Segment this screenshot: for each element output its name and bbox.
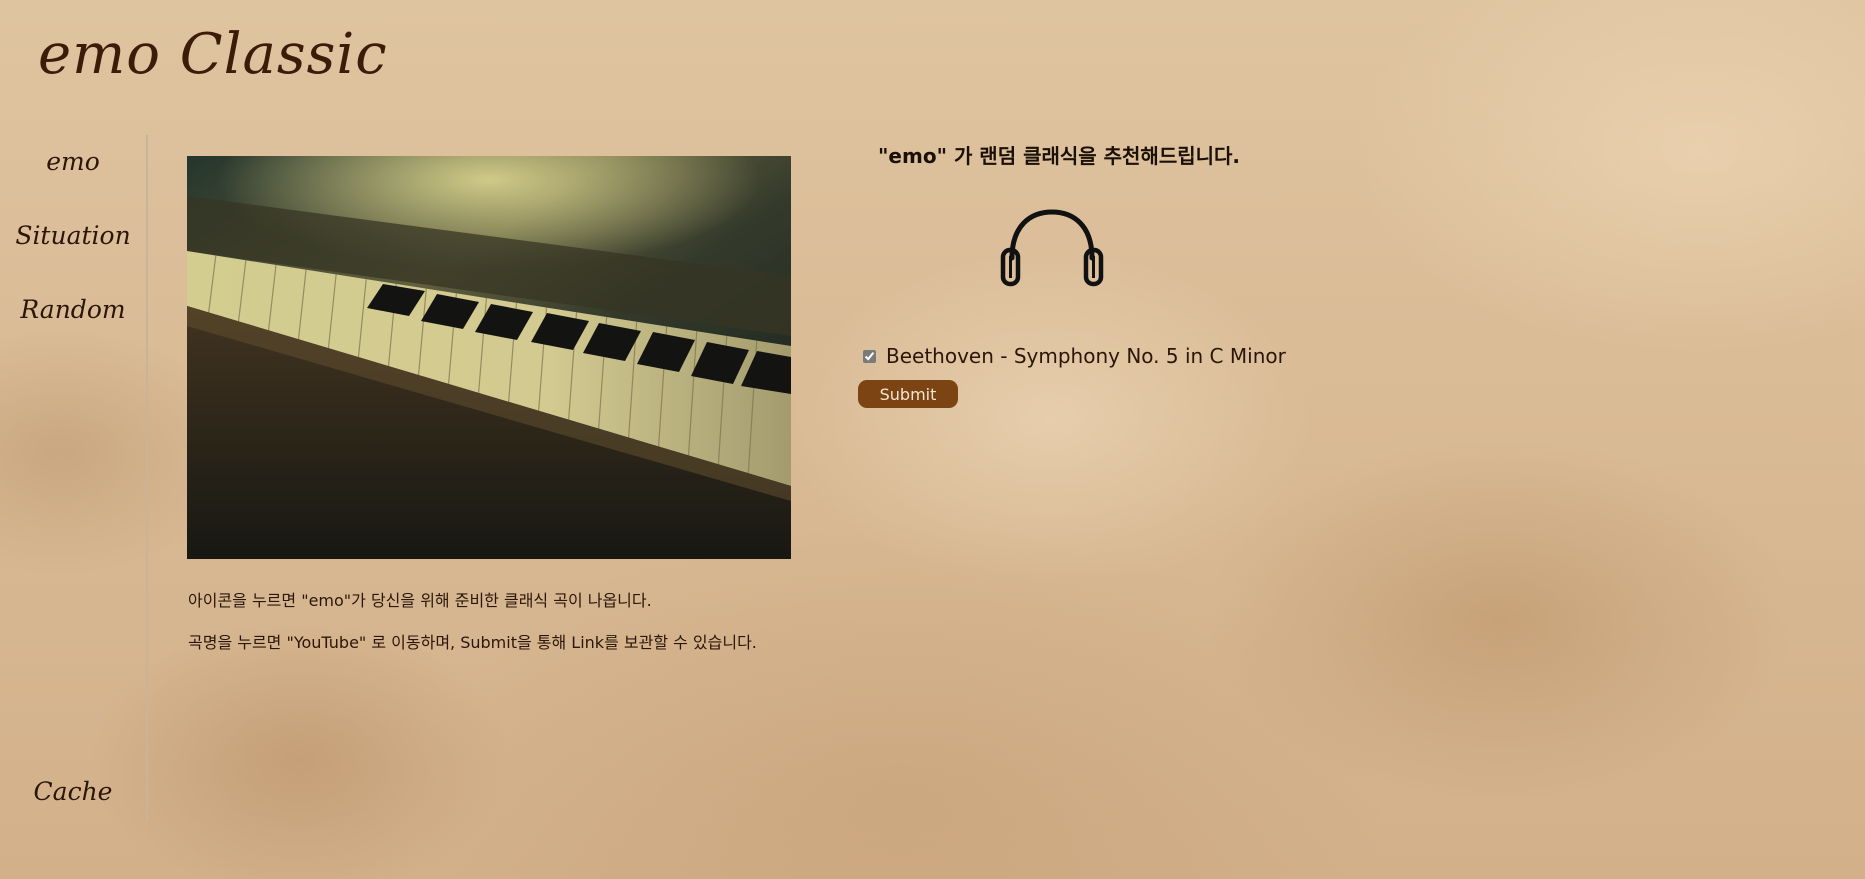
description-line-1: 아이콘을 누르면 "emo"가 당신을 위해 준비한 클래식 곡이 나옵니다. xyxy=(188,591,652,610)
nav-item-emo[interactable]: emo xyxy=(0,147,146,176)
song-row: Beethoven - Symphony No. 5 in C Minor xyxy=(862,343,1286,369)
nav-item-cache[interactable]: Cache xyxy=(0,777,146,806)
description-line-2: 곡명을 누르면 "YouTube" 로 이동하며, Submit을 통해 Lin… xyxy=(188,633,757,652)
nav-item-situation[interactable]: Situation xyxy=(0,221,146,250)
piano-keys-image xyxy=(187,156,791,559)
song-checkbox[interactable] xyxy=(863,349,876,363)
recommend-title: "emo" 가 랜덤 클래식을 추천해드립니다. xyxy=(878,144,1241,168)
nav-item-random[interactable]: Random xyxy=(0,295,146,324)
song-title-link[interactable]: Beethoven - Symphony No. 5 in C Minor xyxy=(886,344,1286,368)
submit-button[interactable]: Submit xyxy=(858,380,958,408)
headphones-icon[interactable] xyxy=(998,208,1106,290)
sidebar-nav: emo Situation Random Cache xyxy=(0,135,148,820)
site-logo[interactable]: emo Classic xyxy=(38,22,388,87)
description: 아이콘을 누르면 "emo"가 당신을 위해 준비한 클래식 곡이 나옵니다. … xyxy=(188,590,794,674)
